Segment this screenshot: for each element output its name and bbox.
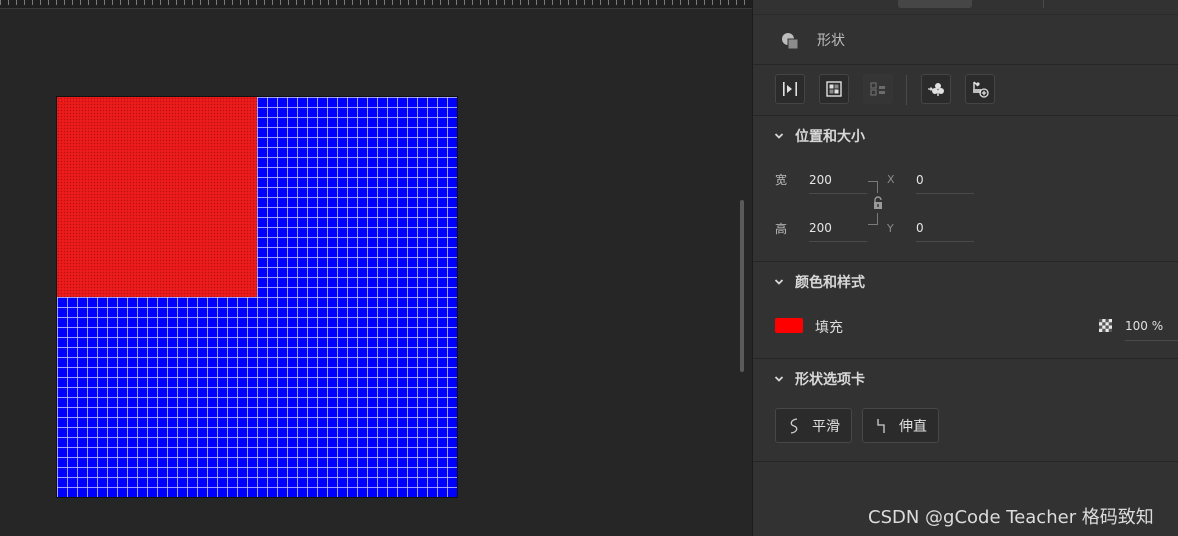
x-label: X: [887, 173, 895, 186]
lock-icon[interactable]: [872, 196, 884, 210]
chevron-down-icon: [774, 279, 784, 285]
opacity-input[interactable]: 100 %: [1125, 313, 1178, 341]
shape-toolbar: [753, 65, 1178, 116]
color-style-toggle[interactable]: 颜色和样式: [773, 272, 865, 292]
watermark-text: CSDN @gCode Teacher 格码致知: [868, 507, 1154, 528]
vertical-scrollbar[interactable]: [740, 200, 744, 372]
color-style-section: 颜色和样式: [753, 262, 1178, 359]
align-grid-button[interactable]: [819, 74, 849, 104]
y-label: Y: [887, 222, 894, 235]
tab-divider: [1043, 0, 1044, 8]
x-input[interactable]: [916, 172, 974, 194]
height-label: 高: [775, 222, 788, 236]
panel-header: 形状: [753, 16, 1178, 65]
add-shape-icon: [973, 81, 989, 98]
app-window: 形状 位置和大小 宽 200 X 0 高 200 Y 0 颜色和样式 填充 10…: [0, 0, 1178, 536]
boolean-subtract-icon: [928, 83, 944, 96]
distribute-icon: [783, 82, 797, 96]
smooth-button[interactable]: 平滑: [775, 408, 852, 443]
panel-tabs: [753, 0, 1178, 15]
width-input[interactable]: [809, 172, 867, 194]
boolean-subtract-button[interactable]: [921, 74, 951, 104]
shape-options-toggle[interactable]: 形状选项卡: [773, 369, 865, 389]
position-size-title: 位置和大小: [795, 129, 865, 145]
artboard-grid[interactable]: [56, 96, 458, 498]
add-shape-button[interactable]: [965, 74, 995, 104]
position-size-toggle[interactable]: 位置和大小: [773, 126, 865, 146]
distribute-button[interactable]: [775, 74, 805, 104]
shape-options-title: 形状选项卡: [795, 372, 865, 388]
straighten-label: 伸直: [899, 418, 927, 435]
properties-panel: 形状 位置和大小 宽 200 X 0 高 200 Y 0 颜色和样式 填充 10…: [752, 0, 1178, 536]
align-grid-icon: [826, 81, 842, 97]
straighten-line-icon: [877, 418, 885, 433]
active-tab[interactable]: [898, 0, 972, 8]
color-style-title: 颜色和样式: [795, 275, 865, 291]
arrange-icon: [870, 82, 885, 96]
chevron-down-icon: [774, 376, 784, 382]
toolbar-separator: [906, 75, 907, 105]
fill-color-swatch[interactable]: [775, 318, 803, 333]
smooth-curve-icon: [790, 417, 798, 434]
link-bracket-bottom: [868, 213, 878, 225]
y-input[interactable]: [916, 220, 974, 242]
width-label: 宽: [775, 173, 788, 187]
shape-icon: [782, 33, 799, 50]
smooth-label: 平滑: [812, 418, 840, 435]
straighten-button[interactable]: 伸直: [862, 408, 939, 443]
fill-label: 填充: [815, 320, 843, 336]
arrange-button[interactable]: [863, 74, 893, 104]
height-input[interactable]: [809, 220, 867, 242]
canvas-area[interactable]: [0, 0, 752, 536]
link-bracket-top: [868, 181, 878, 193]
panel-header-title: 形状: [817, 33, 845, 49]
horizontal-ruler: [0, 0, 752, 9]
red-rectangle-shape[interactable]: [57, 97, 257, 297]
opacity-checker-icon: [1099, 319, 1112, 332]
chevron-down-icon: [774, 133, 784, 139]
